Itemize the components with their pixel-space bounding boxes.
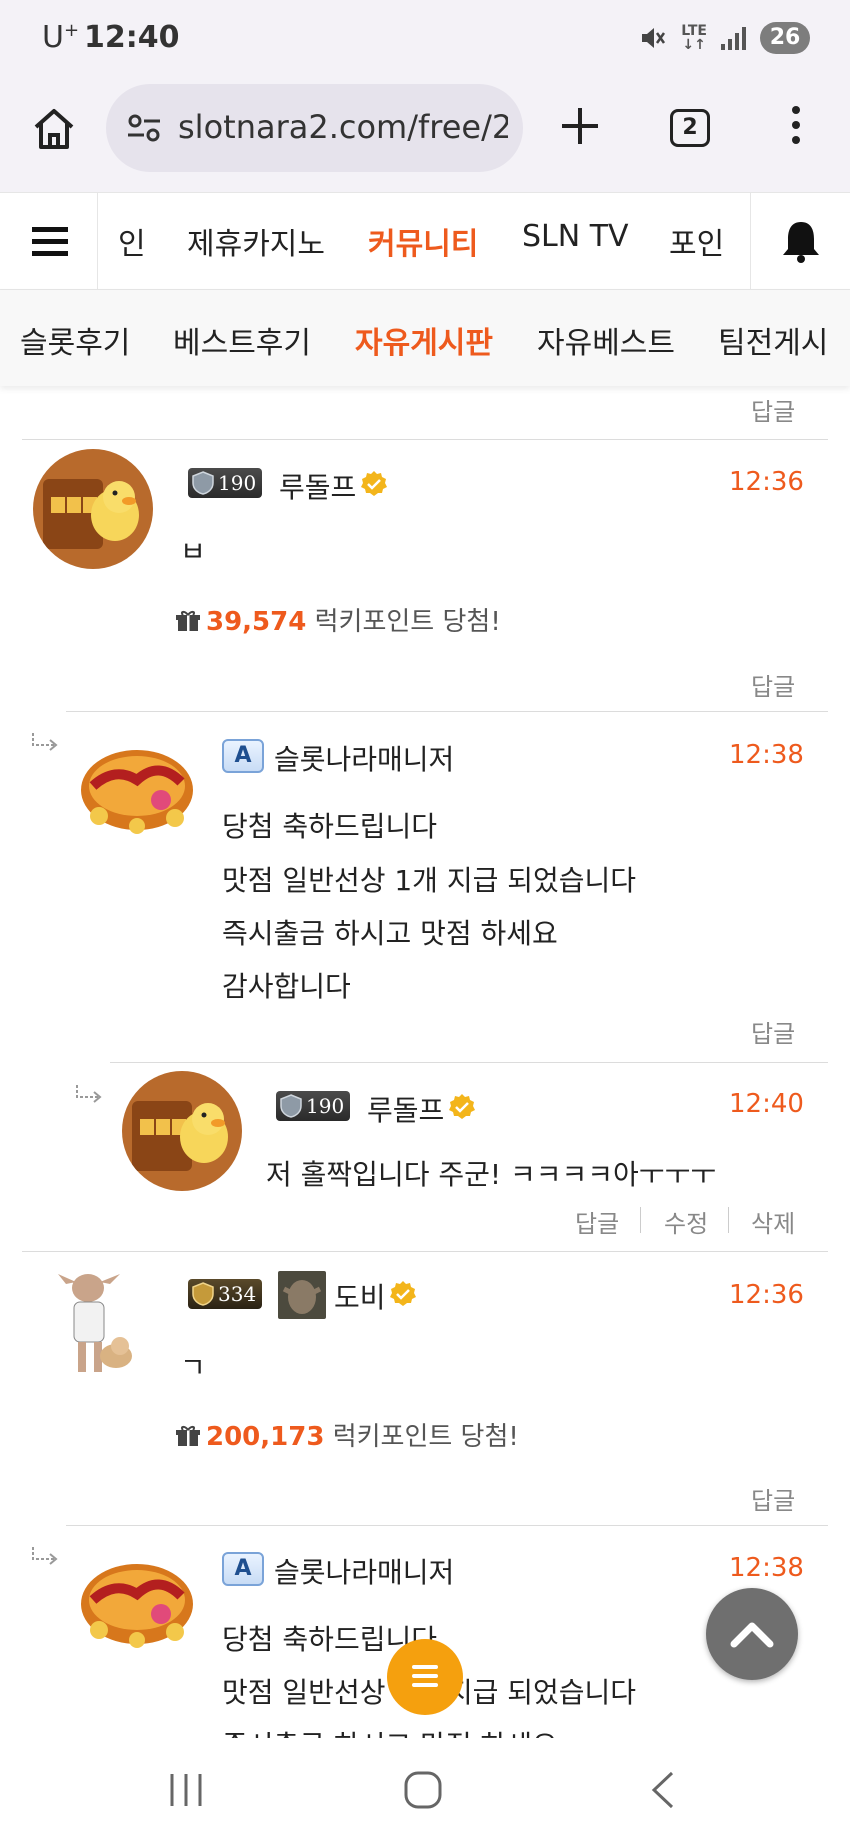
comment-time: 12:38	[729, 1553, 804, 1583]
home-nav-icon[interactable]	[403, 1770, 443, 1810]
admin-badge: A	[222, 1552, 264, 1586]
comment-reply: A 슬롯나라매니저 12:38 당첨 축하드립니다 맛점 일반선상 1개 지급 …	[0, 0, 850, 1738]
scroll-top-button[interactable]	[706, 1588, 798, 1680]
chevron-up-icon	[730, 1622, 774, 1648]
recents-icon[interactable]	[166, 1772, 206, 1808]
nickname[interactable]: 슬롯나라매니저	[274, 1551, 454, 1591]
menu-fab-button[interactable]	[387, 1639, 463, 1715]
avatar[interactable]	[75, 1544, 199, 1652]
reply-arrow-icon	[32, 1547, 58, 1565]
comment-line: 즉시출금 하시고 맛점 하세요	[222, 1724, 558, 1738]
system-nav-bar	[0, 1738, 850, 1842]
back-icon[interactable]	[648, 1770, 678, 1810]
